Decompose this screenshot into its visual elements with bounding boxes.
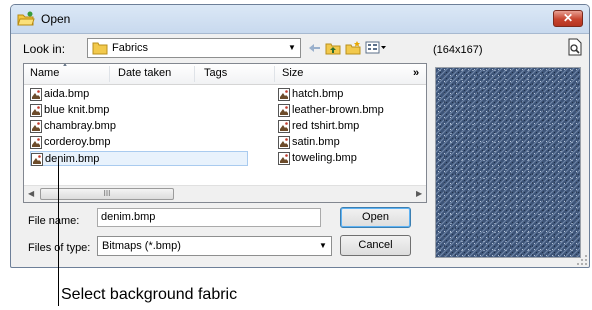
- close-button[interactable]: ✕: [553, 10, 583, 27]
- bitmap-file-icon: [30, 136, 42, 149]
- bitmap-file-icon: [30, 120, 42, 133]
- file-item-label: satin.bmp: [292, 136, 340, 148]
- file-item-label: leather-brown.bmp: [292, 104, 384, 116]
- open-button[interactable]: Open: [340, 207, 411, 228]
- file-item[interactable]: aida.bmp: [30, 87, 248, 102]
- column-date-taken[interactable]: Date taken: [118, 67, 171, 79]
- open-dialog: Open ✕ Look in: Fabrics ▼ (164x167) ▲ Na…: [10, 4, 590, 268]
- column-divider[interactable]: [274, 66, 275, 82]
- scroll-left-icon[interactable]: ◀: [28, 189, 34, 198]
- look-in-label: Look in:: [23, 42, 66, 56]
- preview-toggle-icon[interactable]: [566, 38, 584, 56]
- horizontal-scrollbar[interactable]: ◀ III ▶: [24, 185, 426, 202]
- title-bar[interactable]: Open ✕: [11, 5, 589, 34]
- window-title: Open: [41, 12, 71, 26]
- files-of-type-select[interactable]: Bitmaps (*.bmp) ▼: [97, 236, 332, 256]
- file-item[interactable]: satin.bmp: [278, 135, 418, 150]
- look-in-value: Fabrics: [112, 42, 149, 54]
- bitmap-file-icon: [278, 136, 290, 149]
- file-item-label: aida.bmp: [44, 88, 90, 100]
- file-item-label: blue knit.bmp: [44, 104, 110, 116]
- column-divider[interactable]: [109, 66, 110, 82]
- chevron-down-icon[interactable]: ▼: [316, 238, 330, 254]
- bitmap-file-icon: [31, 153, 43, 166]
- file-name-label: File name:: [28, 215, 80, 227]
- file-item[interactable]: leather-brown.bmp: [278, 103, 418, 118]
- folder-icon: [92, 42, 108, 55]
- preview-dimensions: (164x167): [433, 44, 483, 56]
- file-item-label: denim.bmp: [45, 153, 100, 165]
- file-item-label: red tshirt.bmp: [292, 120, 360, 132]
- resize-grip-icon[interactable]: [576, 254, 588, 266]
- file-item-label: chambray.bmp: [44, 120, 116, 132]
- file-item[interactable]: corderoy.bmp: [30, 135, 248, 150]
- denim-swatch-image: [436, 68, 580, 257]
- column-divider[interactable]: [194, 66, 195, 82]
- file-item-label: corderoy.bmp: [44, 136, 111, 148]
- new-folder-icon[interactable]: [345, 41, 361, 55]
- scroll-thumb[interactable]: III: [40, 188, 174, 200]
- file-item-label: hatch.bmp: [292, 88, 344, 100]
- open-folder-icon: [17, 11, 35, 26]
- more-columns-icon[interactable]: »: [413, 67, 419, 79]
- bitmap-file-icon: [30, 88, 42, 101]
- bitmap-file-icon: [278, 88, 290, 101]
- file-item[interactable]: toweling.bmp: [278, 151, 418, 166]
- files-of-type-value: Bitmaps (*.bmp): [102, 240, 181, 252]
- column-tags[interactable]: Tags: [204, 67, 227, 79]
- bitmap-file-icon: [278, 152, 290, 165]
- file-item-label: toweling.bmp: [292, 152, 357, 164]
- files-of-type-label: Files of type:: [28, 242, 91, 254]
- bitmap-file-icon: [278, 120, 290, 133]
- bitmap-file-icon: [278, 104, 290, 117]
- callout-caption: Select background fabric: [61, 286, 238, 303]
- column-size[interactable]: Size: [282, 67, 303, 79]
- cancel-button[interactable]: Cancel: [340, 235, 411, 256]
- fabric-preview: [435, 67, 581, 258]
- file-item[interactable]: red tshirt.bmp: [278, 119, 418, 134]
- look-in-combobox[interactable]: Fabrics ▼: [87, 38, 301, 58]
- up-folder-icon[interactable]: [325, 41, 341, 55]
- file-list[interactable]: ▲ Name Date taken Tags Size » aida.bmp bl…: [23, 63, 427, 203]
- file-item[interactable]: hatch.bmp: [278, 87, 418, 102]
- file-item[interactable]: denim.bmp: [30, 151, 248, 166]
- file-name-input[interactable]: denim.bmp: [97, 208, 321, 227]
- file-item[interactable]: blue knit.bmp: [30, 103, 248, 118]
- scroll-right-icon[interactable]: ▶: [416, 189, 422, 198]
- views-menu-icon[interactable]: [365, 41, 387, 55]
- column-name[interactable]: Name: [30, 67, 59, 79]
- back-arrow-icon[interactable]: [307, 41, 321, 55]
- callout-line: [58, 160, 59, 306]
- bitmap-file-icon: [30, 104, 42, 117]
- file-item[interactable]: chambray.bmp: [30, 119, 248, 134]
- sort-up-icon: ▲: [62, 63, 68, 68]
- chevron-down-icon[interactable]: ▼: [285, 40, 299, 56]
- column-header: ▲ Name Date taken Tags Size »: [24, 64, 426, 85]
